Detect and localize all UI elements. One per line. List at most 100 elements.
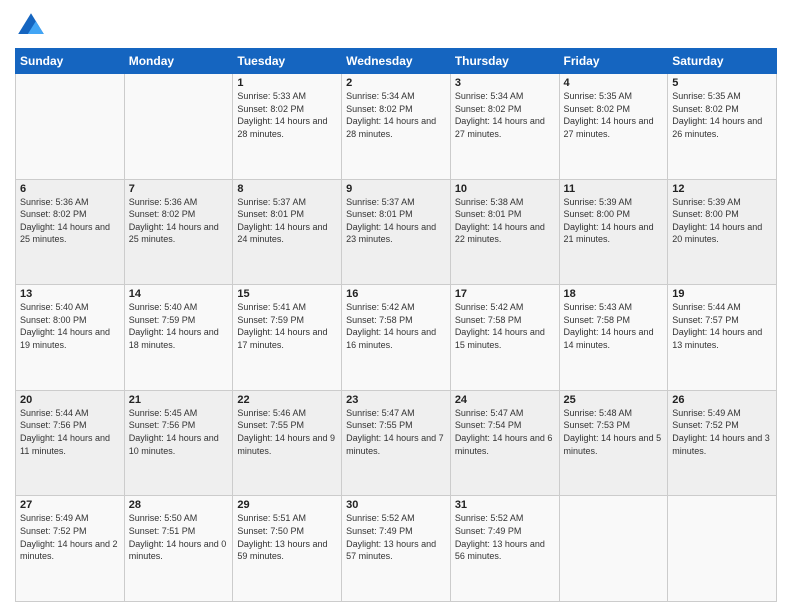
logo-icon bbox=[15, 10, 47, 42]
day-number: 29 bbox=[237, 499, 337, 511]
day-number: 27 bbox=[20, 499, 120, 511]
day-cell: 11Sunrise: 5:39 AMSunset: 8:00 PMDayligh… bbox=[559, 179, 668, 285]
day-cell: 16Sunrise: 5:42 AMSunset: 7:58 PMDayligh… bbox=[342, 285, 451, 391]
day-number: 20 bbox=[20, 394, 120, 406]
weekday-header-sunday: Sunday bbox=[16, 49, 125, 74]
day-cell bbox=[124, 74, 233, 180]
day-cell: 20Sunrise: 5:44 AMSunset: 7:56 PMDayligh… bbox=[16, 390, 125, 496]
day-number: 15 bbox=[237, 288, 337, 300]
day-cell: 19Sunrise: 5:44 AMSunset: 7:57 PMDayligh… bbox=[668, 285, 777, 391]
header bbox=[15, 10, 777, 42]
day-detail: Sunrise: 5:50 AMSunset: 7:51 PMDaylight:… bbox=[129, 512, 229, 562]
day-detail: Sunrise: 5:40 AMSunset: 7:59 PMDaylight:… bbox=[129, 301, 229, 351]
day-number: 7 bbox=[129, 183, 229, 195]
day-number: 31 bbox=[455, 499, 555, 511]
day-detail: Sunrise: 5:42 AMSunset: 7:58 PMDaylight:… bbox=[346, 301, 446, 351]
day-number: 25 bbox=[564, 394, 664, 406]
day-detail: Sunrise: 5:36 AMSunset: 8:02 PMDaylight:… bbox=[20, 196, 120, 246]
day-number: 1 bbox=[237, 77, 337, 89]
day-number: 19 bbox=[672, 288, 772, 300]
day-number: 17 bbox=[455, 288, 555, 300]
day-detail: Sunrise: 5:43 AMSunset: 7:58 PMDaylight:… bbox=[564, 301, 664, 351]
day-cell: 24Sunrise: 5:47 AMSunset: 7:54 PMDayligh… bbox=[450, 390, 559, 496]
day-number: 26 bbox=[672, 394, 772, 406]
weekday-header-monday: Monday bbox=[124, 49, 233, 74]
day-cell: 22Sunrise: 5:46 AMSunset: 7:55 PMDayligh… bbox=[233, 390, 342, 496]
day-number: 14 bbox=[129, 288, 229, 300]
day-number: 23 bbox=[346, 394, 446, 406]
day-detail: Sunrise: 5:36 AMSunset: 8:02 PMDaylight:… bbox=[129, 196, 229, 246]
weekday-header-wednesday: Wednesday bbox=[342, 49, 451, 74]
day-number: 18 bbox=[564, 288, 664, 300]
day-number: 4 bbox=[564, 77, 664, 89]
day-number: 8 bbox=[237, 183, 337, 195]
weekday-row: SundayMondayTuesdayWednesdayThursdayFrid… bbox=[16, 49, 777, 74]
day-detail: Sunrise: 5:39 AMSunset: 8:00 PMDaylight:… bbox=[564, 196, 664, 246]
week-row: 20Sunrise: 5:44 AMSunset: 7:56 PMDayligh… bbox=[16, 390, 777, 496]
day-cell: 17Sunrise: 5:42 AMSunset: 7:58 PMDayligh… bbox=[450, 285, 559, 391]
week-row: 1Sunrise: 5:33 AMSunset: 8:02 PMDaylight… bbox=[16, 74, 777, 180]
week-row: 13Sunrise: 5:40 AMSunset: 8:00 PMDayligh… bbox=[16, 285, 777, 391]
day-number: 9 bbox=[346, 183, 446, 195]
week-row: 27Sunrise: 5:49 AMSunset: 7:52 PMDayligh… bbox=[16, 496, 777, 602]
calendar-table: SundayMondayTuesdayWednesdayThursdayFrid… bbox=[15, 48, 777, 602]
day-cell: 29Sunrise: 5:51 AMSunset: 7:50 PMDayligh… bbox=[233, 496, 342, 602]
day-detail: Sunrise: 5:44 AMSunset: 7:57 PMDaylight:… bbox=[672, 301, 772, 351]
day-cell: 10Sunrise: 5:38 AMSunset: 8:01 PMDayligh… bbox=[450, 179, 559, 285]
day-cell: 12Sunrise: 5:39 AMSunset: 8:00 PMDayligh… bbox=[668, 179, 777, 285]
day-detail: Sunrise: 5:52 AMSunset: 7:49 PMDaylight:… bbox=[346, 512, 446, 562]
day-number: 5 bbox=[672, 77, 772, 89]
day-number: 21 bbox=[129, 394, 229, 406]
weekday-header-thursday: Thursday bbox=[450, 49, 559, 74]
calendar-header: SundayMondayTuesdayWednesdayThursdayFrid… bbox=[16, 49, 777, 74]
day-detail: Sunrise: 5:47 AMSunset: 7:55 PMDaylight:… bbox=[346, 407, 446, 457]
day-cell: 26Sunrise: 5:49 AMSunset: 7:52 PMDayligh… bbox=[668, 390, 777, 496]
day-detail: Sunrise: 5:38 AMSunset: 8:01 PMDaylight:… bbox=[455, 196, 555, 246]
day-cell bbox=[16, 74, 125, 180]
day-detail: Sunrise: 5:44 AMSunset: 7:56 PMDaylight:… bbox=[20, 407, 120, 457]
day-cell: 21Sunrise: 5:45 AMSunset: 7:56 PMDayligh… bbox=[124, 390, 233, 496]
day-detail: Sunrise: 5:35 AMSunset: 8:02 PMDaylight:… bbox=[564, 90, 664, 140]
page: SundayMondayTuesdayWednesdayThursdayFrid… bbox=[0, 0, 792, 612]
day-cell: 15Sunrise: 5:41 AMSunset: 7:59 PMDayligh… bbox=[233, 285, 342, 391]
calendar-body: 1Sunrise: 5:33 AMSunset: 8:02 PMDaylight… bbox=[16, 74, 777, 602]
day-number: 12 bbox=[672, 183, 772, 195]
day-detail: Sunrise: 5:37 AMSunset: 8:01 PMDaylight:… bbox=[346, 196, 446, 246]
day-cell: 23Sunrise: 5:47 AMSunset: 7:55 PMDayligh… bbox=[342, 390, 451, 496]
day-cell: 30Sunrise: 5:52 AMSunset: 7:49 PMDayligh… bbox=[342, 496, 451, 602]
day-cell: 7Sunrise: 5:36 AMSunset: 8:02 PMDaylight… bbox=[124, 179, 233, 285]
day-detail: Sunrise: 5:40 AMSunset: 8:00 PMDaylight:… bbox=[20, 301, 120, 351]
day-detail: Sunrise: 5:46 AMSunset: 7:55 PMDaylight:… bbox=[237, 407, 337, 457]
logo bbox=[15, 10, 51, 42]
day-detail: Sunrise: 5:35 AMSunset: 8:02 PMDaylight:… bbox=[672, 90, 772, 140]
day-detail: Sunrise: 5:39 AMSunset: 8:00 PMDaylight:… bbox=[672, 196, 772, 246]
day-cell: 1Sunrise: 5:33 AMSunset: 8:02 PMDaylight… bbox=[233, 74, 342, 180]
day-detail: Sunrise: 5:47 AMSunset: 7:54 PMDaylight:… bbox=[455, 407, 555, 457]
day-number: 3 bbox=[455, 77, 555, 89]
weekday-header-friday: Friday bbox=[559, 49, 668, 74]
day-cell: 28Sunrise: 5:50 AMSunset: 7:51 PMDayligh… bbox=[124, 496, 233, 602]
day-number: 2 bbox=[346, 77, 446, 89]
weekday-header-saturday: Saturday bbox=[668, 49, 777, 74]
day-number: 13 bbox=[20, 288, 120, 300]
day-cell: 6Sunrise: 5:36 AMSunset: 8:02 PMDaylight… bbox=[16, 179, 125, 285]
day-cell: 9Sunrise: 5:37 AMSunset: 8:01 PMDaylight… bbox=[342, 179, 451, 285]
day-detail: Sunrise: 5:33 AMSunset: 8:02 PMDaylight:… bbox=[237, 90, 337, 140]
day-number: 24 bbox=[455, 394, 555, 406]
day-cell bbox=[559, 496, 668, 602]
week-row: 6Sunrise: 5:36 AMSunset: 8:02 PMDaylight… bbox=[16, 179, 777, 285]
day-cell: 13Sunrise: 5:40 AMSunset: 8:00 PMDayligh… bbox=[16, 285, 125, 391]
day-number: 30 bbox=[346, 499, 446, 511]
day-cell: 18Sunrise: 5:43 AMSunset: 7:58 PMDayligh… bbox=[559, 285, 668, 391]
day-number: 11 bbox=[564, 183, 664, 195]
day-detail: Sunrise: 5:41 AMSunset: 7:59 PMDaylight:… bbox=[237, 301, 337, 351]
day-cell: 25Sunrise: 5:48 AMSunset: 7:53 PMDayligh… bbox=[559, 390, 668, 496]
day-number: 10 bbox=[455, 183, 555, 195]
day-detail: Sunrise: 5:49 AMSunset: 7:52 PMDaylight:… bbox=[672, 407, 772, 457]
day-number: 28 bbox=[129, 499, 229, 511]
weekday-header-tuesday: Tuesday bbox=[233, 49, 342, 74]
day-detail: Sunrise: 5:48 AMSunset: 7:53 PMDaylight:… bbox=[564, 407, 664, 457]
day-detail: Sunrise: 5:34 AMSunset: 8:02 PMDaylight:… bbox=[455, 90, 555, 140]
day-detail: Sunrise: 5:45 AMSunset: 7:56 PMDaylight:… bbox=[129, 407, 229, 457]
day-number: 16 bbox=[346, 288, 446, 300]
